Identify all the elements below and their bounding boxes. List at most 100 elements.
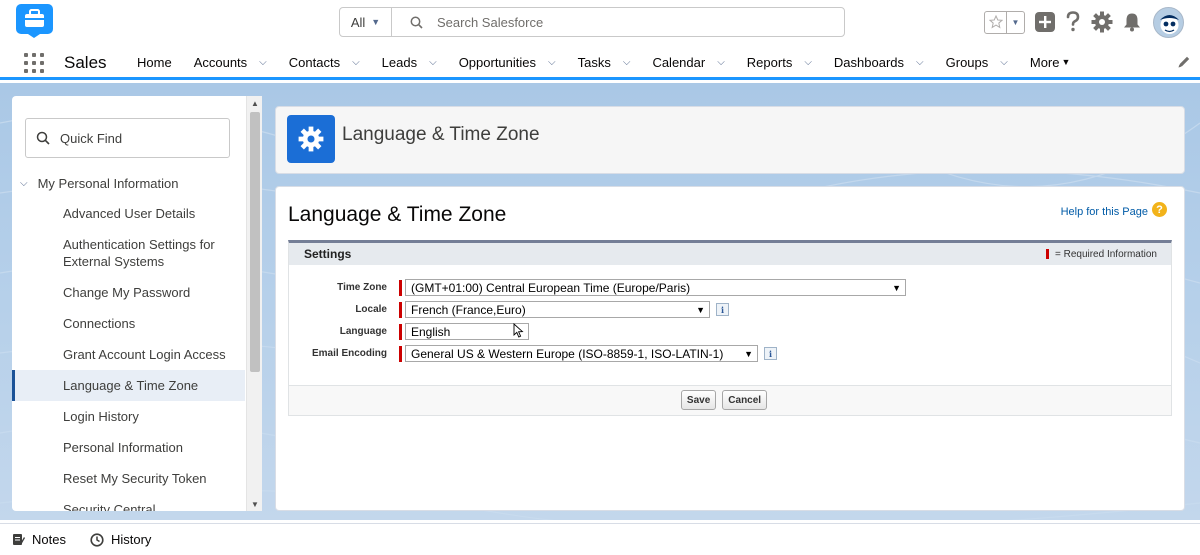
- tree-item-personal-information[interactable]: Personal Information: [12, 432, 245, 463]
- help-question-icon[interactable]: [1065, 11, 1081, 33]
- field-label: Email Encoding: [311, 348, 387, 359]
- global-search: All ▼: [339, 7, 845, 37]
- nav-item-label: Reports: [746, 54, 793, 70]
- search-scope-label: All: [350, 14, 366, 30]
- chevron-down-icon[interactable]: ⌵: [804, 57, 812, 68]
- email-encoding-select[interactable]: General US & Western Europe (ISO-8859-1,…: [405, 345, 758, 362]
- nav-item-dashboards[interactable]: Dashboards ⌵: [823, 44, 935, 80]
- history-clock-icon: [90, 532, 104, 547]
- nav-item-label: Home: [137, 54, 172, 70]
- nav-item-label: Contacts: [288, 54, 341, 70]
- notes-icon: [13, 534, 25, 545]
- utility-history[interactable]: History: [90, 532, 151, 547]
- help-for-this-page-link[interactable]: Help for this Page: [1061, 206, 1148, 218]
- dropdown-arrow-icon: ▼: [696, 304, 705, 315]
- nav-item-reports[interactable]: Reports ⌵: [736, 44, 823, 80]
- tree-item-grant-account-login-access[interactable]: Grant Account Login Access: [12, 339, 245, 370]
- edit-nav-pencil-icon[interactable]: [1177, 55, 1191, 74]
- mouse-cursor-icon: [513, 322, 524, 341]
- tree-item-connections[interactable]: Connections: [12, 308, 245, 339]
- tree-item-login-history[interactable]: Login History: [12, 401, 245, 432]
- tree-item-security-central[interactable]: Security Central: [12, 494, 245, 511]
- chevron-down-icon[interactable]: ⌵: [429, 57, 437, 68]
- nav-item-label: Tasks: [577, 54, 611, 70]
- setup-gear-icon[interactable]: [1091, 11, 1113, 33]
- nav-item-groups[interactable]: Groups ⌵: [935, 44, 1019, 80]
- chevron-down-icon[interactable]: ⌵: [20, 178, 28, 189]
- tree-item-change-my-password[interactable]: Change My Password: [12, 277, 245, 308]
- info-icon[interactable]: i: [764, 347, 777, 360]
- search-icon: [410, 16, 423, 29]
- nav-item-label: Opportunities: [458, 54, 537, 70]
- required-marker: [399, 301, 402, 318]
- chevron-down-icon[interactable]: ⌵: [623, 57, 631, 68]
- nav-item-label: Dashboards: [833, 54, 905, 70]
- tree-section-my-personal-information[interactable]: ⌵ My Personal Information: [20, 176, 179, 191]
- chevron-down-icon[interactable]: ⌵: [548, 57, 556, 68]
- nav-item-contacts[interactable]: Contacts ⌵: [278, 44, 371, 80]
- time-zone-select[interactable]: (GMT+01:00) Central European Time (Europ…: [405, 279, 906, 296]
- nav-more-menu[interactable]: More ▼: [1019, 44, 1082, 80]
- settings-header: Settings = Required Information: [289, 243, 1171, 265]
- nav-items: Home Accounts ⌵ Contacts ⌵ Leads ⌵ Opportun…: [126, 44, 1081, 80]
- nav-item-label: Leads: [381, 54, 418, 70]
- tree-item-language-time-zone[interactable]: Language & Time Zone: [12, 370, 245, 401]
- save-button[interactable]: Save: [680, 390, 717, 410]
- main-content: Language & Time Zone Help for this Page …: [275, 186, 1185, 511]
- scroll-thumb[interactable]: [250, 112, 260, 372]
- settings-form: Time Zone (GMT+01:00) Central European T…: [289, 265, 1171, 386]
- field-email-encoding: Email Encoding General US & Western Euro…: [289, 345, 1171, 362]
- scroll-down-arrow-icon[interactable]: ▼: [247, 497, 262, 511]
- info-icon[interactable]: i: [716, 303, 729, 316]
- nav-item-label: Accounts: [193, 54, 248, 70]
- setup-gear-icon: [287, 115, 335, 163]
- language-select[interactable]: English: [405, 322, 529, 341]
- utility-notes[interactable]: Notes: [12, 532, 66, 547]
- utility-notes-label: Notes: [32, 532, 66, 547]
- favorites-button[interactable]: ▼: [984, 10, 1025, 34]
- required-info-legend: = Required Information: [1045, 249, 1157, 260]
- favorites-dropdown-icon[interactable]: ▼: [1007, 12, 1024, 33]
- add-icon[interactable]: [1035, 12, 1055, 32]
- search-icon: [36, 131, 50, 145]
- tree-item-authentication-settings[interactable]: Authentication Settings for External Sys…: [12, 229, 245, 277]
- nav-item-home[interactable]: Home: [126, 44, 183, 80]
- chevron-down-icon[interactable]: ⌵: [916, 57, 924, 68]
- chevron-down-icon[interactable]: ⌵: [259, 57, 267, 68]
- nav-item-calendar[interactable]: Calendar ⌵: [641, 44, 735, 80]
- app-navigation-bar: Sales Home Accounts ⌵ Contacts ⌵ Leads ⌵ Op…: [0, 44, 1200, 80]
- notifications-bell-icon[interactable]: [1123, 12, 1141, 32]
- search-input[interactable]: [437, 14, 817, 30]
- nav-item-tasks[interactable]: Tasks ⌵: [567, 44, 642, 80]
- utility-bar: Notes History: [0, 523, 1200, 555]
- nav-item-accounts[interactable]: Accounts ⌵: [183, 44, 278, 80]
- utility-history-label: History: [110, 532, 152, 547]
- user-avatar[interactable]: [1153, 6, 1184, 38]
- tree-item-reset-my-security-token[interactable]: Reset My Security Token: [12, 463, 245, 494]
- dropdown-arrow-icon: ▼: [892, 282, 901, 293]
- tree-item-advanced-user-details[interactable]: Advanced User Details: [12, 198, 245, 229]
- search-scope-dropdown[interactable]: All ▼: [340, 8, 392, 36]
- chevron-down-icon[interactable]: ⌵: [717, 57, 725, 68]
- sidebar-scrollbar[interactable]: ▲ ▼: [246, 96, 262, 511]
- cancel-button[interactable]: Cancel: [722, 390, 768, 410]
- salesforce-logo-icon[interactable]: [16, 4, 53, 38]
- setup-tree: Advanced User Details Authentication Set…: [12, 198, 245, 511]
- help-question-icon[interactable]: ?: [1152, 202, 1167, 217]
- global-header: All ▼ ▼: [0, 0, 1200, 44]
- nav-item-label: Groups: [945, 54, 989, 70]
- nav-item-leads[interactable]: Leads ⌵: [371, 44, 448, 80]
- nav-item-opportunities[interactable]: Opportunities ⌵: [448, 44, 567, 80]
- app-name: Sales: [64, 53, 107, 72]
- app-launcher-icon[interactable]: [24, 53, 44, 73]
- scroll-up-arrow-icon[interactable]: ▲: [247, 96, 262, 110]
- required-marker: [1045, 249, 1049, 259]
- required-marker: [399, 345, 402, 362]
- chevron-down-icon[interactable]: ⌵: [1000, 57, 1008, 68]
- locale-select[interactable]: French (France,Euro) ▼: [405, 301, 710, 318]
- chevron-down-icon[interactable]: ⌵: [352, 57, 360, 68]
- field-label: Language: [339, 326, 387, 337]
- select-value: French (France,Euro): [411, 302, 526, 317]
- quick-find-input[interactable]: [60, 130, 220, 146]
- star-icon[interactable]: [985, 11, 1007, 33]
